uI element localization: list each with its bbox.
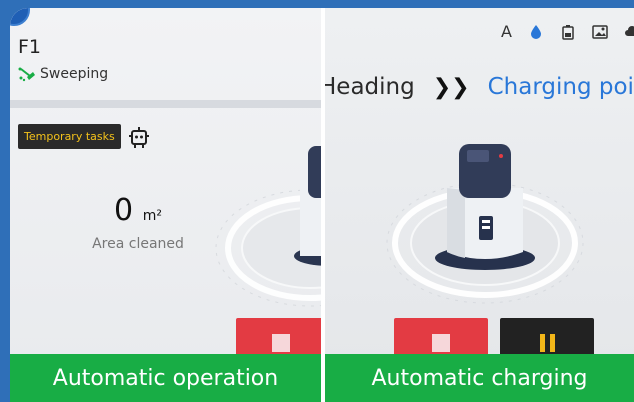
sweep-icon bbox=[18, 67, 35, 82]
app-window: F1 Sweeping Temporary tasks 0 m² Area cl… bbox=[10, 8, 634, 402]
navigation-panel: A Heading ❯❯ Charging point bbox=[325, 8, 634, 402]
temporary-tasks-button[interactable]: Temporary tasks bbox=[18, 124, 121, 149]
robot-icon[interactable] bbox=[127, 125, 151, 149]
stop-icon bbox=[432, 334, 450, 352]
route-from-label: Heading bbox=[325, 74, 415, 100]
area-cleaned-label: Area cleaned bbox=[92, 236, 184, 252]
operation-status-bar: Automatic operation bbox=[10, 354, 321, 402]
stop-icon bbox=[272, 334, 290, 352]
progress-track bbox=[10, 100, 321, 108]
water-drop-icon[interactable] bbox=[528, 24, 544, 40]
battery-icon[interactable] bbox=[560, 24, 576, 40]
cleaning-status-panel: F1 Sweeping Temporary tasks 0 m² Area cl… bbox=[10, 8, 321, 402]
robot-illustration-charging bbox=[386, 144, 584, 304]
route-indicator: Heading ❯❯ Charging point bbox=[325, 74, 634, 100]
charging-status-bar: Automatic charging bbox=[325, 354, 634, 402]
double-chevron-icon: ❯❯ bbox=[432, 74, 470, 100]
floor-label: F1 bbox=[18, 36, 42, 58]
status-icon-bar: A bbox=[501, 22, 634, 41]
area-unit: m² bbox=[142, 208, 162, 224]
task-row: Temporary tasks bbox=[18, 124, 151, 149]
auto-mode-indicator: A bbox=[501, 22, 512, 41]
mode-label: Sweeping bbox=[40, 66, 109, 82]
mode-indicator: Sweeping bbox=[18, 66, 108, 82]
route-to-label: Charging point bbox=[487, 74, 634, 100]
pause-icon-bar bbox=[549, 334, 555, 352]
robot-illustration bbox=[215, 146, 321, 307]
area-number: 0 bbox=[114, 193, 134, 228]
pause-icon bbox=[539, 334, 545, 352]
area-cleaned-value: 0 m² bbox=[78, 196, 198, 226]
image-icon[interactable] bbox=[592, 24, 608, 40]
cloud-icon[interactable] bbox=[624, 24, 634, 40]
